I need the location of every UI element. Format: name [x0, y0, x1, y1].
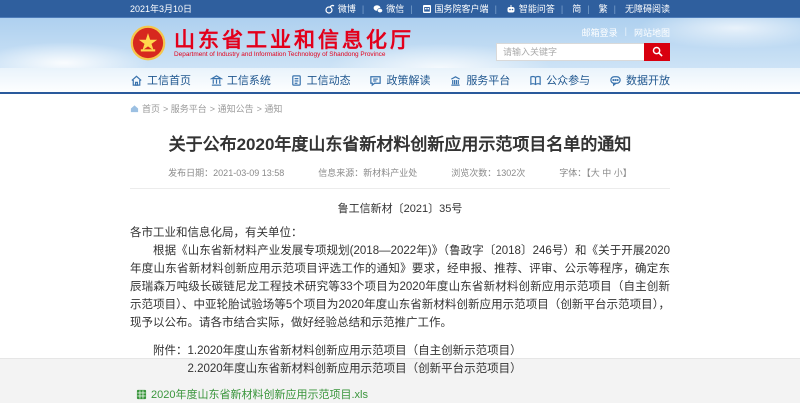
site-header: 山东省工业和信息化厅 Department of Industry and In… [0, 18, 800, 68]
home-icon [130, 74, 143, 87]
topbar-link-wechat[interactable]: 微信 [356, 2, 404, 15]
topbar: 2021年3月10日 微博 微信 国务院客户端 智能问答 简 繁 [0, 0, 800, 18]
header-top-links: 邮箱登录 | 网站地图 [582, 26, 670, 39]
nav-item-system[interactable]: 工信系统 [210, 72, 271, 88]
body-paragraph: 根据《山东省新材料产业发展专项规划(2018—2022年)》（鲁政字〔2018〕… [130, 242, 670, 332]
topbar-date: 2021年3月10日 [130, 2, 192, 15]
excel-file-icon [136, 389, 147, 400]
font-size-control: 字体：【大 中 小】 [559, 166, 632, 179]
font-size-options[interactable]: 【大 中 小】 [586, 168, 632, 178]
site-title: 山东省工业和信息化厅 [174, 29, 414, 51]
topbar-link-accessibility[interactable]: 无障碍阅读 [608, 2, 670, 15]
article-meta: 发布日期：2021-03-09 13:58 信息来源：新材料产业处 浏览次数：1… [130, 166, 670, 189]
topbar-link-smart-qa[interactable]: 智能问答 [489, 2, 555, 15]
nav-item-news[interactable]: 工信动态 [290, 72, 351, 88]
breadcrumb-item-home[interactable]: 首页 [142, 102, 160, 115]
nav-item-service[interactable]: 服务平台 [449, 72, 510, 88]
info-source: 信息来源：新材料产业处 [318, 166, 417, 179]
platform-building-icon [449, 74, 462, 87]
sitemap-link[interactable]: 网站地图 [634, 26, 670, 39]
breadcrumb: 首页服务平台通知公告通知 [130, 102, 670, 115]
open-book-icon [529, 74, 542, 87]
nav-item-participation[interactable]: 公众参与 [529, 72, 590, 88]
breadcrumb-home-icon [130, 104, 139, 113]
main-content: 首页服务平台通知公告通知 关于公布2020年度山东省新材料创新应用示范项目名单的… [0, 94, 800, 358]
attachment-item-2: 2.2020年度山东省新材料创新应用示范项目（创新平台示范项目） [188, 363, 522, 375]
mail-login-link[interactable]: 邮箱登录 [582, 26, 618, 39]
searchbar [496, 43, 670, 61]
search-icon [652, 46, 663, 57]
document-number: 鲁工信新材〔2021〕35号 [130, 200, 670, 216]
nav-item-home[interactable]: 工信首页 [130, 72, 191, 88]
topbar-links: 微博 微信 国务院客户端 智能问答 简 繁 无障碍阅读 [325, 2, 670, 15]
search-button[interactable] [644, 43, 670, 61]
article-title: 关于公布2020年度山东省新材料创新应用示范项目名单的通知 [130, 130, 670, 155]
publish-date: 发布日期：2021-03-09 13:58 [168, 166, 284, 179]
attachment-item-1: 1.2020年度山东省新材料创新应用示范项目（自主创新示范项目） [188, 345, 522, 357]
brand-text: 山东省工业和信息化厅 Department of Industry and In… [174, 29, 414, 58]
national-emblem-logo [130, 25, 166, 61]
robot-icon [506, 4, 516, 14]
client-app-icon [422, 4, 432, 14]
document-icon [290, 74, 303, 87]
search-input[interactable] [496, 43, 644, 61]
breadcrumb-item-notice[interactable]: 通知 [257, 102, 283, 115]
main-nav: 工信首页 工信系统 工信动态 政策解读 服务平台 公众参与 数据开放 [0, 68, 800, 94]
nav-item-policy[interactable]: 政策解读 [369, 72, 430, 88]
topbar-link-weibo[interactable]: 微博 [325, 2, 356, 15]
topbar-link-traditional[interactable]: 繁 [581, 2, 607, 15]
breadcrumb-item-notices[interactable]: 通知公告 [210, 102, 254, 115]
view-count: 浏览次数：1302次 [451, 166, 525, 179]
article-body: 各市工业和信息化局，有关单位： 根据《山东省新材料产业发展专项规划(2018—2… [130, 224, 670, 332]
site-subtitle: Department of Industry and Information T… [174, 51, 395, 57]
bank-icon [210, 74, 223, 87]
site-brand[interactable]: 山东省工业和信息化厅 Department of Industry and In… [130, 25, 414, 61]
chat-bubble-icon [369, 74, 382, 87]
topbar-link-gov-client[interactable]: 国务院客户端 [404, 2, 488, 15]
topbar-link-simplified[interactable]: 简 [555, 2, 581, 15]
breadcrumb-item-platform[interactable]: 服务平台 [163, 102, 207, 115]
salutation: 各市工业和信息化局，有关单位： [130, 224, 670, 242]
data-bubble-icon [609, 74, 622, 87]
nav-item-data[interactable]: 数据开放 [609, 72, 670, 88]
weibo-icon [325, 4, 335, 14]
wechat-icon [373, 4, 383, 14]
